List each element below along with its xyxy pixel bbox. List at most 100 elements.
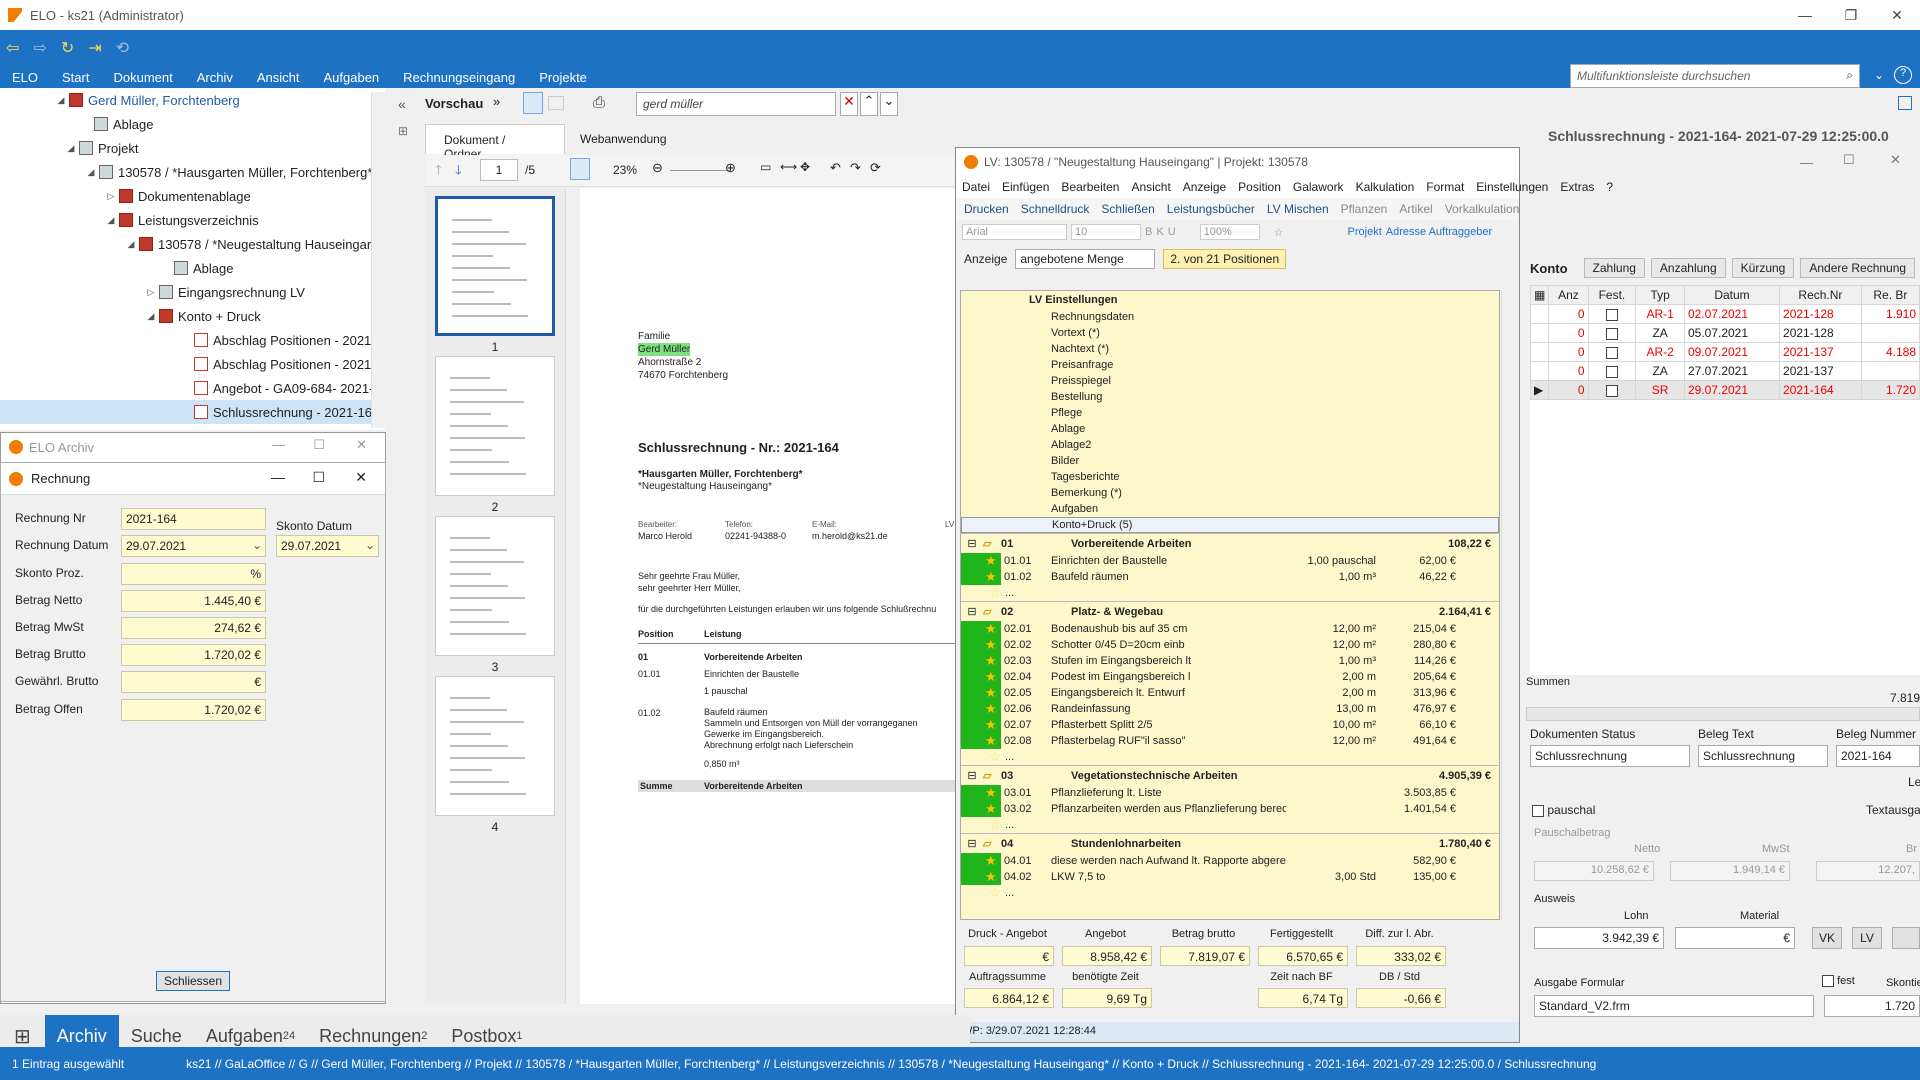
expand-toggle-icon[interactable]: ◢: [105, 215, 117, 226]
thumbnail-toggle-icon[interactable]: [570, 158, 590, 180]
tree-node[interactable]: ◢ 130578 / *Hausgarten Müller, Forchtenbe…: [0, 160, 385, 184]
chevron-down-icon[interactable]: ⌄: [365, 538, 375, 552]
adresse-link[interactable]: Adresse Auftraggeber: [1386, 226, 1492, 238]
menu-item-projekte[interactable]: Projekte: [527, 70, 599, 85]
back-icon[interactable]: ⇦: [6, 38, 19, 58]
table-row[interactable]: ▶ 0 SR 29.07.2021 2021-164 1.720: [1529, 380, 1920, 400]
expand-toggle-icon[interactable]: ◢: [145, 311, 157, 322]
lv-menu-item[interactable]: Einstellungen: [1470, 180, 1554, 194]
lv-position-row[interactable]: ★ 02.08 Pflasterbelag RUF"il sasso" 12,00 m…: [961, 733, 1499, 749]
lv-toolbar-button[interactable]: LV Mischen: [1267, 202, 1329, 216]
expand-toggle-icon[interactable]: ◢: [65, 143, 77, 154]
archiv-close-button[interactable]: ✕: [356, 437, 367, 453]
gewaehrl-brutto-field[interactable]: €: [121, 671, 266, 693]
tree-node[interactable]: Abschlag Positionen - 2021-1:: [0, 328, 385, 352]
lv-menu-item[interactable]: Kalkulation: [1350, 180, 1421, 194]
page-up-icon[interactable]: 🡑: [435, 161, 442, 183]
lv-menu-item[interactable]: Einfügen: [996, 180, 1055, 194]
lv-scrollbar[interactable]: [1501, 290, 1515, 920]
close-button[interactable]: ✕: [1874, 0, 1920, 30]
goto-icon[interactable]: ⇥: [88, 38, 101, 58]
add-position-row[interactable]: ☆...: [961, 885, 1499, 901]
page-number-input[interactable]: 1: [480, 159, 518, 181]
ribbon-search-input[interactable]: Multifunktionsleiste durchsuchen ⌕: [1570, 64, 1860, 88]
tab-webanwendung[interactable]: Webanwendung: [570, 124, 677, 154]
column-header[interactable]: Anz: [1548, 285, 1589, 305]
expand-toggle-icon[interactable]: ▷: [145, 287, 157, 298]
fit-all-icon[interactable]: ✥: [800, 160, 810, 174]
lv-position-row[interactable]: ★ 02.06 Randeinfassung 13,00 m 476,97 €: [961, 701, 1499, 717]
help-icon[interactable]: ?: [1894, 66, 1912, 84]
lv-position-row[interactable]: ★ 01.02 Baufeld räumen 1,00 m³ 46,22 €: [961, 569, 1499, 585]
add-position-row[interactable]: ☆...: [961, 749, 1499, 765]
settings-item[interactable]: Bestellung: [961, 389, 1499, 405]
rechnung-minimize-button[interactable]: —: [271, 469, 285, 485]
tree-node[interactable]: Abschlag Positionen - 2021-1:: [0, 352, 385, 376]
menu-item-dokument[interactable]: Dokument: [101, 70, 184, 85]
tree-node[interactable]: ▷ Eingangsrechnung LV: [0, 280, 385, 304]
expand-preview-icon[interactable]: »: [493, 94, 500, 109]
page-thumbnail[interactable]: [435, 516, 555, 656]
settings-item[interactable]: Pflege: [961, 405, 1499, 421]
schliessen-button[interactable]: Schliessen: [156, 971, 230, 991]
lv-toolbar-button[interactable]: Vorkalkulation: [1445, 202, 1519, 216]
page-down-icon[interactable]: 🡓: [455, 161, 462, 183]
settings-item[interactable]: Nachtext (*): [961, 341, 1499, 357]
beleg-nr-field[interactable]: 2021-164: [1836, 745, 1920, 767]
menu-item-aufgaben[interactable]: Aufgaben: [312, 70, 392, 85]
konto-tab[interactable]: Konto: [1530, 261, 1568, 276]
column-header[interactable]: Rech.Nr: [1779, 285, 1862, 305]
history-icon[interactable]: ⟲: [116, 38, 129, 58]
lv-menu-item[interactable]: Anzeige: [1177, 180, 1232, 194]
expand-toggle-icon[interactable]: ◢: [125, 239, 137, 250]
refresh-icon[interactable]: ↻: [61, 38, 74, 58]
collapse-icon[interactable]: ⊟: [961, 837, 983, 850]
page-thumbnail[interactable]: [435, 196, 555, 336]
page-thumbnail[interactable]: [435, 356, 555, 496]
menu-item-rechnungseingang[interactable]: Rechnungseingang: [391, 70, 527, 85]
column-header[interactable]: Datum: [1683, 285, 1781, 305]
konto-tab[interactable]: Andere Rechnung: [1800, 258, 1916, 278]
tree-node[interactable]: ◢ Gerd Müller, Forchtenberg: [0, 88, 385, 112]
lv-toolbar-button[interactable]: Leistungsbücher: [1167, 202, 1255, 216]
fit-page-icon[interactable]: ▭: [760, 160, 771, 174]
zoom-out-icon[interactable]: ⊖: [652, 160, 663, 176]
settings-item[interactable]: Aufgaben: [961, 501, 1499, 517]
fit-width-icon[interactable]: ⟷: [780, 160, 797, 174]
lv-menu-item[interactable]: Galawork: [1287, 180, 1350, 194]
settings-item[interactable]: Ablage2: [961, 437, 1499, 453]
lv-toolbar-button[interactable]: Drucken: [964, 202, 1009, 216]
size-select[interactable]: 10: [1071, 224, 1141, 240]
lv-group-row[interactable]: ⊟ ▱ 01 Vorbereitende Arbeiten 108,22 €: [961, 533, 1499, 553]
lv-position-row[interactable]: ★ 04.02 LKW 7,5 to 3,00 Std 135,00 €: [961, 869, 1499, 885]
panel-toggle-icon[interactable]: [1898, 96, 1912, 110]
settings-item[interactable]: Bemerkung (*): [961, 485, 1499, 501]
expand-toggle-icon[interactable]: ◢: [85, 167, 97, 178]
settings-item[interactable]: Preisspiegel: [961, 373, 1499, 389]
search-down-button[interactable]: ⌄: [880, 92, 898, 116]
collapse-icon[interactable]: ⊟: [961, 605, 983, 618]
archiv-maximize-button[interactable]: ☐: [313, 437, 325, 453]
status-select[interactable]: Schlussrechnung: [1530, 745, 1690, 767]
konto-tab[interactable]: Zahlung: [1583, 258, 1645, 278]
settings-item[interactable]: Bilder: [961, 453, 1499, 469]
collapse-left-icon[interactable]: «: [398, 96, 406, 112]
tree-node[interactable]: Ablage: [0, 256, 385, 280]
lv-group-row[interactable]: ⊟ ▱ 03 Vegetationstechnische Arbeiten 4.905,…: [961, 765, 1499, 785]
lv-toolbar-button[interactable]: Artikel: [1399, 202, 1432, 216]
pauschal-mwst-field[interactable]: 1.949,14 €: [1670, 861, 1790, 881]
konto-tab[interactable]: Anzahlung: [1650, 258, 1726, 278]
column-header[interactable]: Re. Br: [1860, 285, 1920, 305]
zoom-in-icon[interactable]: ⊕: [725, 160, 736, 176]
chevron-down-icon[interactable]: ⌄: [252, 538, 262, 552]
material-field[interactable]: €: [1675, 927, 1795, 949]
search-icon[interactable]: ⌕: [1846, 68, 1853, 83]
lv-position-row[interactable]: ★ 04.01 diese werden nach Aufwand lt. Rapp…: [961, 853, 1499, 869]
bold-icon[interactable]: B: [1145, 226, 1152, 238]
image-view-icon[interactable]: [548, 96, 564, 110]
search-up-button[interactable]: ⌃: [860, 92, 878, 116]
tree-node[interactable]: Ablage: [0, 112, 385, 136]
preview-search-input[interactable]: gerd müller: [636, 92, 836, 116]
tree-node[interactable]: Angebot - GA09-684- 2021-06-: [0, 376, 385, 400]
collapse-icon[interactable]: ⊟: [961, 769, 983, 782]
